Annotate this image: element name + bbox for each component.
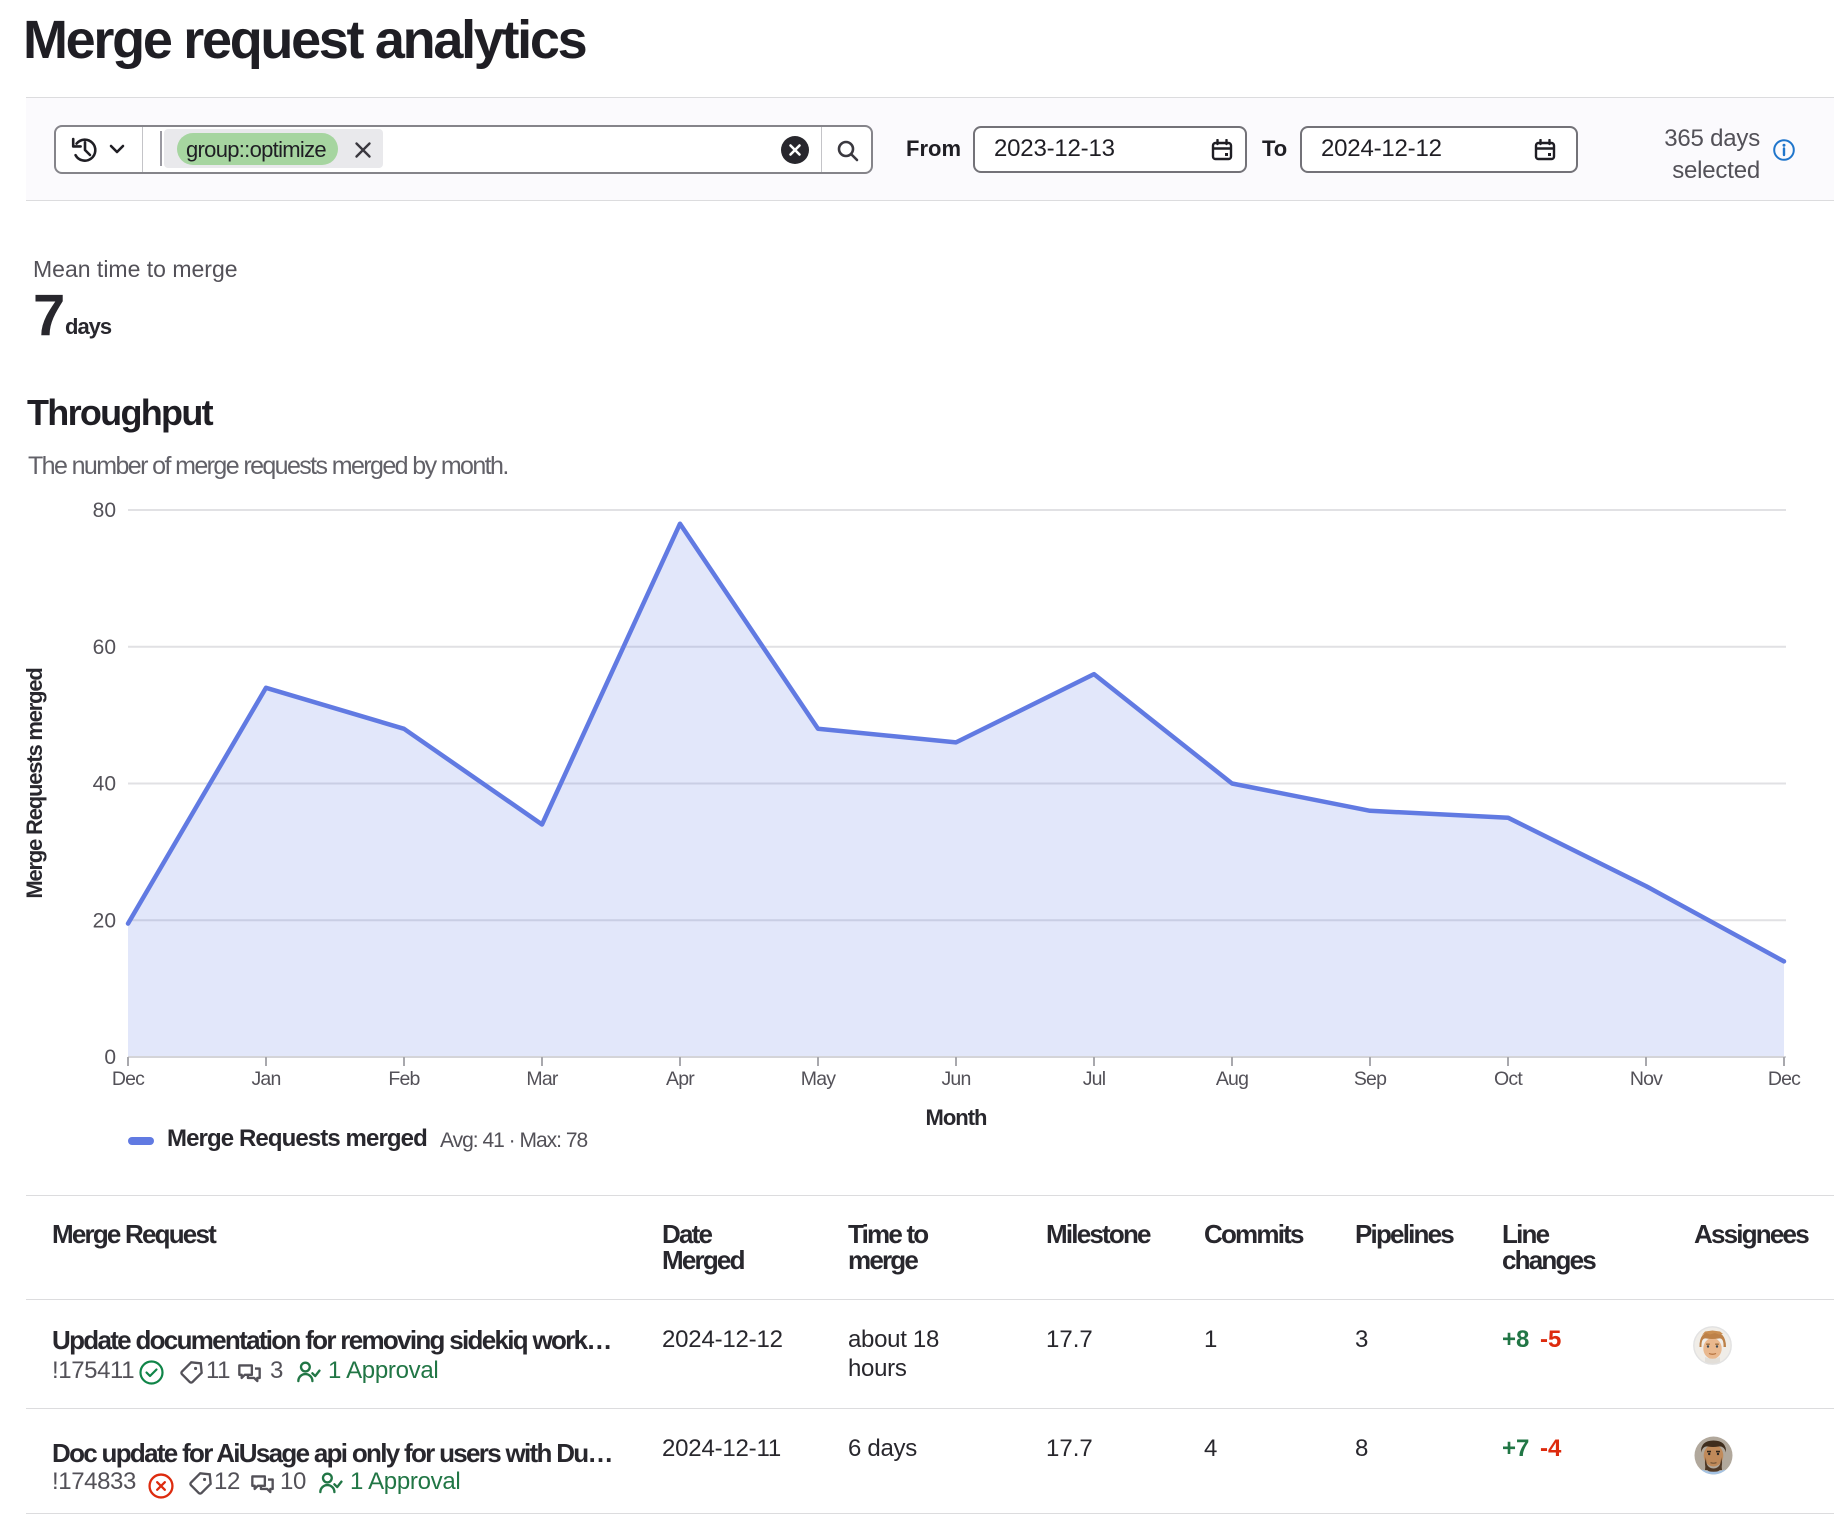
svg-text:Month: Month [926, 1105, 988, 1130]
svg-text:Jun: Jun [941, 1068, 970, 1090]
svg-text:Feb: Feb [388, 1068, 420, 1090]
svg-text:Oct: Oct [1494, 1068, 1523, 1090]
svg-text:40: 40 [93, 773, 116, 796]
svg-text:Dec: Dec [1768, 1068, 1801, 1090]
svg-text:20: 20 [93, 909, 116, 932]
svg-text:Mar: Mar [526, 1068, 558, 1090]
svg-text:Apr: Apr [666, 1068, 695, 1090]
svg-text:Aug: Aug [1216, 1068, 1248, 1090]
svg-text:Jan: Jan [251, 1068, 280, 1090]
svg-text:Nov: Nov [1630, 1068, 1663, 1090]
svg-text:Dec: Dec [112, 1068, 145, 1090]
svg-text:May: May [801, 1068, 836, 1090]
svg-text:Merge Requests merged: Merge Requests merged [22, 668, 47, 898]
svg-text:Jul: Jul [1083, 1068, 1106, 1090]
svg-text:0: 0 [104, 1046, 116, 1069]
svg-text:60: 60 [93, 636, 116, 659]
svg-text:Sep: Sep [1354, 1068, 1387, 1090]
svg-text:80: 80 [93, 499, 116, 522]
